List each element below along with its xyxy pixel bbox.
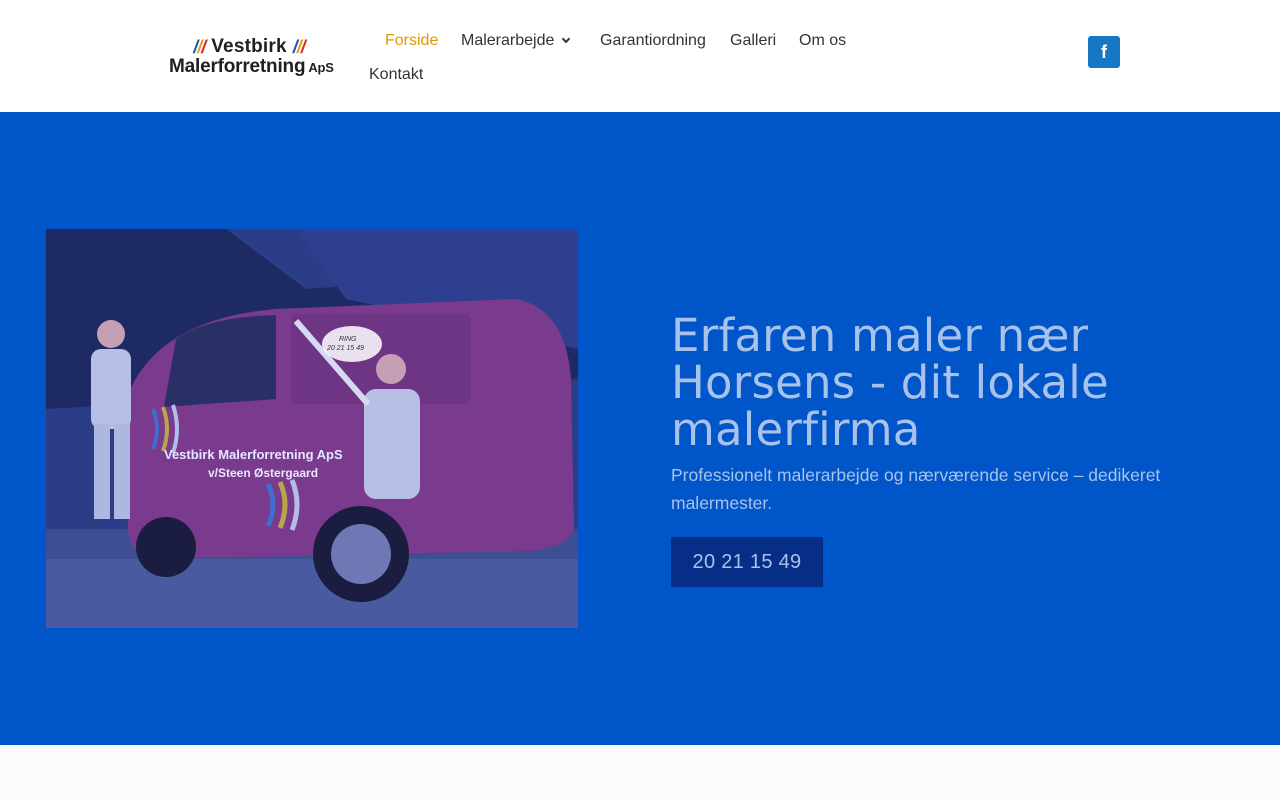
- facebook-button[interactable]: f: [1088, 36, 1120, 68]
- hero-title: Erfaren maler nær Horsens - dit lokale m…: [671, 309, 1109, 456]
- nav-item-kontakt[interactable]: Kontakt: [369, 66, 423, 84]
- nav-item-om-os[interactable]: Om os: [799, 32, 846, 50]
- van-text-line2: v/Steen Østergaard: [208, 466, 318, 480]
- hero-photo: Vestbirk Malerforretning ApS v/Steen Øst…: [46, 229, 578, 628]
- nav-item-forside[interactable]: Forside: [385, 32, 438, 50]
- nav-item-malerarbejde[interactable]: Malerarbejde: [461, 32, 571, 50]
- hero-subtitle: Professionelt malerarbejde og nærværende…: [671, 465, 1161, 513]
- logo[interactable]: / / / Vestbirk / / / Malerforretning ApS: [168, 36, 334, 82]
- next-section: [0, 745, 1280, 800]
- hero-photo-illustration: Vestbirk Malerforretning ApS v/Steen Øst…: [46, 229, 578, 628]
- call-button[interactable]: 20 21 15 49: [671, 537, 823, 587]
- logo-top-line: / / / Vestbirk / / /: [168, 36, 330, 58]
- nav-item-malerarbejde-label: Malerarbejde: [461, 32, 555, 49]
- logo-name-line2: Malerforretning: [169, 56, 306, 77]
- logo-slashes-right-icon: / / /: [292, 36, 306, 57]
- van-text-line1: Vestbirk Malerforretning ApS: [164, 447, 343, 462]
- chevron-down-icon: [562, 34, 571, 44]
- bubble-label: RING: [339, 336, 357, 343]
- logo-slashes-left-icon: / / /: [193, 36, 206, 57]
- logo-name-line1: Vestbirk: [211, 36, 287, 57]
- facebook-icon: f: [1101, 41, 1107, 62]
- logo-suffix: ApS: [308, 60, 334, 75]
- hero-section: Vestbirk Malerforretning ApS v/Steen Øst…: [0, 112, 1280, 745]
- bubble-number: 20 21 15 49: [326, 345, 364, 352]
- logo-bottom-line: Malerforretning ApS: [169, 56, 334, 78]
- site-header: / / / Vestbirk / / / Malerforretning ApS Fors…: [0, 0, 1280, 112]
- nav-item-garantiordning[interactable]: Garantiordning: [600, 32, 706, 50]
- nav-item-galleri[interactable]: Galleri: [730, 32, 776, 50]
